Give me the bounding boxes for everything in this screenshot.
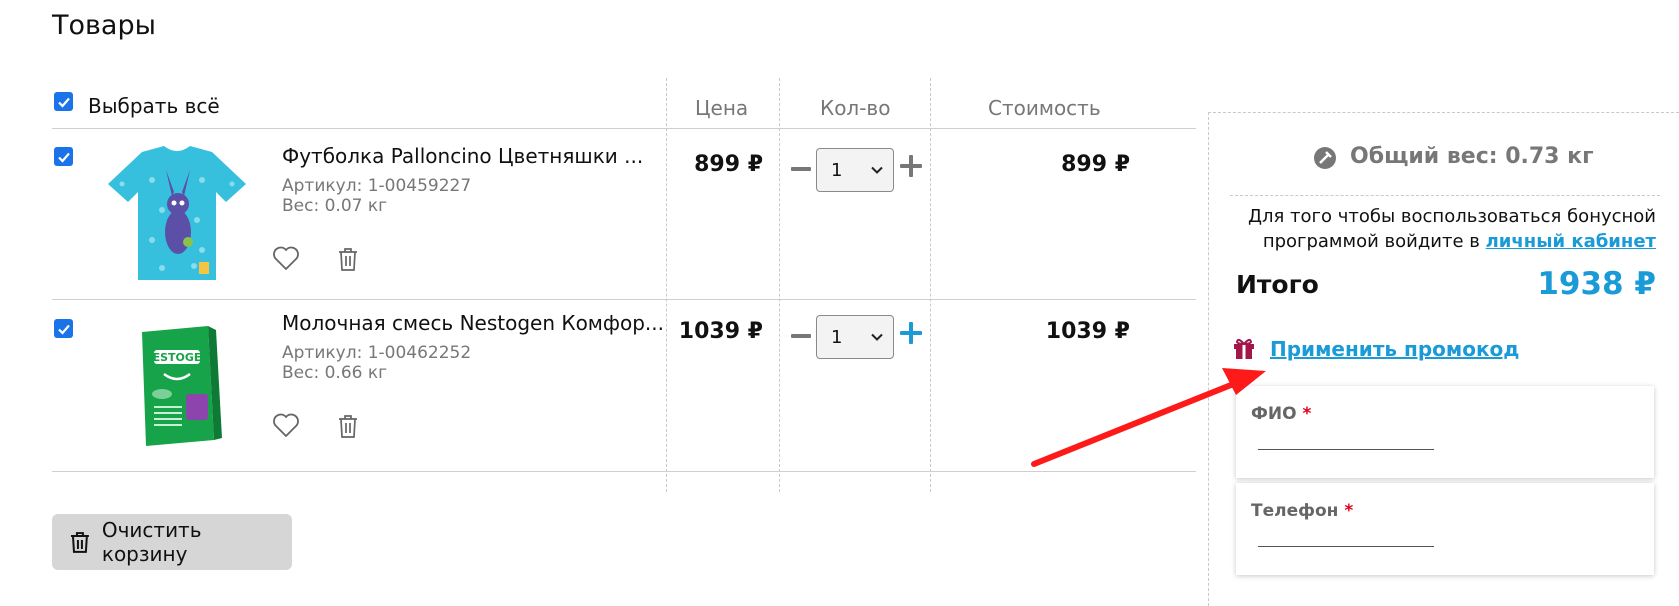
trash-icon xyxy=(339,248,357,271)
product-weight: Вес: 0.07 кг xyxy=(282,196,388,216)
item-price: 899 ₽ xyxy=(694,152,763,177)
delete-button[interactable] xyxy=(333,244,363,274)
total-weight: Общий вес: 0.73 кг xyxy=(1350,144,1594,169)
gift-icon xyxy=(1234,338,1254,359)
qty-value: 1 xyxy=(831,326,843,348)
header-price: Цена xyxy=(695,96,749,120)
qty-decrease-button[interactable] xyxy=(791,167,811,171)
product-sku: Артикул: 1-00462252 xyxy=(282,343,472,363)
qty-increase-button[interactable] xyxy=(900,322,922,344)
select-all-label[interactable]: Выбрать всё xyxy=(88,94,220,118)
item-checkbox[interactable] xyxy=(54,319,73,338)
svg-text:NESTOGEN: NESTOGEN xyxy=(143,351,210,364)
total-value: 1938 ₽ xyxy=(1537,266,1656,302)
weight-icon xyxy=(1314,147,1336,169)
qty-value: 1 xyxy=(831,159,843,181)
full-name-input-line[interactable] xyxy=(1258,449,1434,450)
table-divider-qty xyxy=(779,78,780,492)
bonus-program-text: Для того чтобы воспользоваться бонусной … xyxy=(1230,204,1656,254)
table-divider-price xyxy=(666,78,667,492)
apply-promo-link[interactable]: Применить промокод xyxy=(1270,337,1519,361)
clear-cart-button[interactable]: Очистить корзину xyxy=(52,514,292,570)
formula-product-image[interactable]: NESTOGEN xyxy=(102,312,252,462)
tshirt-product-image[interactable] xyxy=(102,140,252,290)
delete-button[interactable] xyxy=(333,411,363,441)
product-weight: Вес: 0.66 кг xyxy=(282,363,388,383)
item-cost: 899 ₽ xyxy=(1061,152,1130,177)
header-cost: Стоимость xyxy=(988,96,1101,120)
heart-icon xyxy=(273,413,299,437)
summary-divider xyxy=(1230,195,1660,196)
qty-select[interactable]: 1 xyxy=(816,148,894,192)
check-icon xyxy=(57,152,70,163)
trash-icon xyxy=(339,415,357,438)
item-checkbox[interactable] xyxy=(54,147,73,166)
product-name[interactable]: Футболка Palloncino Цветняшки ... xyxy=(282,144,643,168)
qty-decrease-button[interactable] xyxy=(791,334,811,338)
clear-cart-label: Очистить корзину xyxy=(101,518,202,566)
qty-select[interactable]: 1 xyxy=(816,315,894,359)
trash-icon xyxy=(70,532,89,553)
item-cost: 1039 ₽ xyxy=(1045,319,1130,344)
phone-input-line[interactable] xyxy=(1258,546,1434,547)
product-name[interactable]: Молочная смесь Nestogen Комфор... xyxy=(282,311,664,335)
total-label: Итого xyxy=(1236,270,1319,299)
table-divider-cost xyxy=(930,78,931,492)
chevron-down-icon xyxy=(871,166,883,174)
required-mark: * xyxy=(1302,404,1312,424)
required-mark: * xyxy=(1344,501,1354,521)
phone-field[interactable]: Телефон * xyxy=(1236,483,1654,575)
header-qty: Кол-во xyxy=(820,96,891,120)
page-title: Товары xyxy=(52,10,156,41)
table-row-line xyxy=(52,299,1196,300)
chevron-down-icon xyxy=(871,333,883,341)
favorite-button[interactable] xyxy=(271,410,301,440)
full-name-field[interactable]: ФИО * xyxy=(1236,386,1654,478)
table-bottom-line xyxy=(52,471,1196,472)
check-icon xyxy=(57,324,70,335)
product-sku: Артикул: 1-00459227 xyxy=(282,176,472,196)
phone-label: Телефон * xyxy=(1251,501,1354,521)
full-name-label: ФИО * xyxy=(1251,404,1312,424)
qty-increase-button[interactable] xyxy=(900,155,922,177)
item-price: 1039 ₽ xyxy=(678,319,763,344)
favorite-button[interactable] xyxy=(271,243,301,273)
check-icon xyxy=(57,97,70,108)
heart-icon xyxy=(273,246,299,270)
personal-account-link[interactable]: личный кабинет xyxy=(1486,231,1656,252)
select-all-checkbox[interactable] xyxy=(54,92,73,111)
table-header-line xyxy=(52,128,1196,129)
